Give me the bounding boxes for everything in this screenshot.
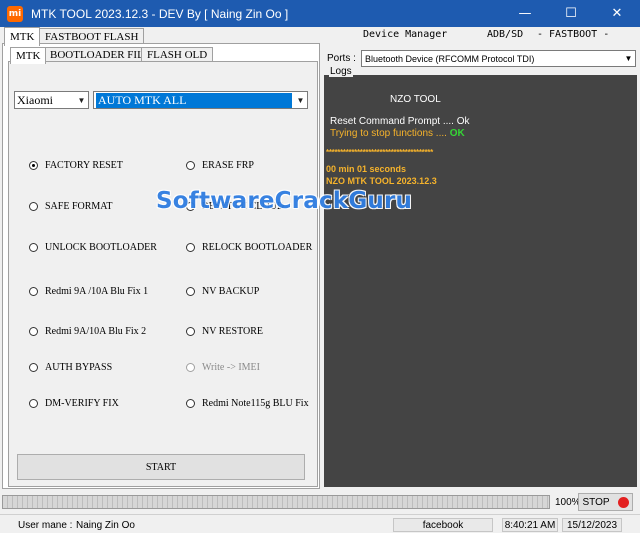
radio-nv-restore[interactable]: NV RESTORE — [186, 326, 263, 337]
radio-redmi-blu-fix-1[interactable]: Redmi 9A /10A Blu Fix 1 — [29, 286, 148, 297]
radio-dot — [29, 327, 38, 336]
window-title: MTK TOOL 2023.12.3 - DEV By [ Naing Zin … — [31, 6, 289, 21]
progress-bar — [2, 495, 550, 509]
inner-tab-flash-old[interactable]: FLASH OLD — [141, 47, 214, 62]
ports-select-value: Bluetooth Device (RFCOMM Protocol TDI) — [365, 53, 535, 64]
radio-unlock-bootloader[interactable]: UNLOCK BOOTLOADER — [29, 242, 157, 253]
radio-label: SAFE FORMAT — [45, 201, 113, 212]
window-controls: — ☐ ✕ — [502, 0, 640, 27]
chevron-down-icon: ▼ — [296, 95, 305, 105]
radio-factory-reset[interactable]: FACTORY RESET — [29, 160, 123, 171]
radio-label: AUTH BYPASS — [45, 362, 113, 373]
radio-label: FACTORY RESET — [45, 160, 123, 171]
log-line: NZO MTK TOOL 2023.12.3 — [326, 176, 437, 186]
radio-dot — [29, 287, 38, 296]
radio-dot — [186, 287, 195, 296]
status-time: 8:40:21 AM — [502, 518, 558, 532]
radio-label: Write -> IMEI — [202, 362, 260, 373]
radio-erase-frp[interactable]: ERASE FRP — [186, 160, 254, 171]
radio-auth-bypass[interactable]: AUTH BYPASS — [29, 362, 112, 373]
log-line: NZO TOOL — [390, 94, 441, 105]
ports-select[interactable]: Bluetooth Device (RFCOMM Protocol TDI) ▼ — [361, 50, 636, 67]
radio-dot — [29, 243, 38, 252]
log-output: NZO TOOL Reset Command Prompt .... Ok Tr… — [324, 75, 637, 487]
brand-select[interactable]: Xiaomi ▼ — [14, 91, 89, 109]
right-panel: Device Manager ADB/SD - FASTBOOT - Ports… — [321, 27, 639, 489]
radio-label: ERASE FRP — [202, 160, 254, 171]
menu-bar: Device Manager ADB/SD - FASTBOOT - — [321, 27, 639, 44]
stop-label: STOP — [582, 496, 610, 508]
progress-percent: 100% — [555, 497, 581, 508]
radio-dot — [29, 363, 38, 372]
chevron-down-icon: ▼ — [624, 54, 633, 63]
radio-dot — [186, 243, 195, 252]
radio-dot — [186, 161, 195, 170]
log-ok-status: OK — [449, 128, 465, 139]
radio-redmi-note11-blu-fix[interactable]: Redmi Note115g BLU Fix — [186, 398, 309, 409]
status-bar: User mane : Naing Zin Oo facebook 8:40:2… — [0, 514, 640, 533]
menu-fastboot[interactable]: - FASTBOOT - — [537, 29, 609, 40]
radio-label: Redmi Note115g BLU Fix — [202, 398, 309, 409]
radio-dot — [186, 363, 195, 372]
stop-record-icon — [617, 496, 629, 508]
mtk-options-panel: Xiaomi ▼ AUTO MTK ALL ▼ FACTORY RESET SA… — [8, 61, 318, 487]
radio-dot — [29, 161, 38, 170]
app-logo-icon: mi — [7, 5, 23, 22]
watermark-text: SoftwareCrackGuru — [156, 188, 413, 214]
radio-dot — [29, 202, 38, 211]
radio-label: Redmi 9A /10A Blu Fix 1 — [45, 286, 149, 297]
radio-label: UNLOCK BOOTLOADER — [45, 242, 157, 253]
mtk-tab-panel: MTK BOOTLOADER FILE FLASH OLD Xiaomi ▼ A… — [2, 43, 320, 489]
minimize-button[interactable]: — — [502, 0, 548, 27]
radio-dm-verify-fix[interactable]: DM-VERIFY FIX — [29, 398, 119, 409]
user-name: Naing Zin Oo — [76, 519, 135, 531]
radio-redmi-blu-fix-2[interactable]: Redmi 9A/10A Blu Fix 2 — [29, 326, 146, 337]
radio-relock-bootloader[interactable]: RELOCK BOOTLOADER — [186, 242, 312, 253]
chevron-down-icon: ▼ — [77, 95, 86, 105]
title-bar: mi MTK TOOL 2023.12.3 - DEV By [ Naing Z… — [0, 0, 640, 27]
logs-label: Logs — [329, 66, 353, 77]
close-button[interactable]: ✕ — [594, 0, 640, 27]
maximize-button[interactable]: ☐ — [548, 0, 594, 27]
inner-tab-area: MTK BOOTLOADER FILE FLASH OLD Xiaomi ▼ A… — [8, 47, 318, 487]
radio-label: NV RESTORE — [202, 326, 264, 337]
inner-tab-bootloader-file[interactable]: BOOTLOADER FILE — [44, 47, 157, 62]
stop-button[interactable]: STOP — [578, 493, 633, 511]
log-line-text: Trying to stop functions .... — [330, 128, 450, 139]
radio-label: NV BACKUP — [202, 286, 260, 297]
log-line: 00 min 01 seconds — [326, 164, 407, 174]
radio-dot — [186, 327, 195, 336]
radio-safe-format[interactable]: SAFE FORMAT — [29, 201, 113, 212]
facebook-link[interactable]: facebook — [393, 518, 493, 532]
radio-dot — [186, 399, 195, 408]
menu-adb-sd[interactable]: ADB/SD — [487, 29, 523, 40]
log-separator: ************************************** — [326, 148, 433, 157]
radio-nv-backup[interactable]: NV BACKUP — [186, 286, 259, 297]
radio-label: Redmi 9A/10A Blu Fix 2 — [45, 326, 147, 337]
tab-mtk[interactable]: MTK — [4, 27, 41, 46]
radio-dot — [29, 399, 38, 408]
radio-write-imei: Write -> IMEI — [186, 362, 260, 373]
start-button[interactable]: START — [17, 454, 305, 480]
progress-row: 100% STOP — [0, 492, 640, 512]
radio-label: RELOCK BOOTLOADER — [202, 242, 313, 253]
log-line: Reset Command Prompt .... Ok — [330, 116, 470, 127]
mode-select-value: AUTO MTK ALL — [96, 92, 292, 108]
log-line: Trying to stop functions .... OK — [330, 128, 465, 139]
ports-label: Ports : — [327, 53, 356, 64]
status-date: 15/12/2023 — [562, 518, 622, 532]
mode-select[interactable]: AUTO MTK ALL ▼ — [93, 91, 308, 109]
menu-device-manager[interactable]: Device Manager — [363, 29, 447, 40]
user-label: User mane : — [18, 519, 73, 531]
inner-tab-mtk[interactable]: MTK — [10, 47, 47, 64]
left-panel: MTK FASTBOOT FLASH MTK BOOTLOADER FILE F… — [2, 27, 320, 489]
brand-select-value: Xiaomi — [17, 92, 53, 107]
radio-label: DM-VERIFY FIX — [45, 398, 119, 409]
